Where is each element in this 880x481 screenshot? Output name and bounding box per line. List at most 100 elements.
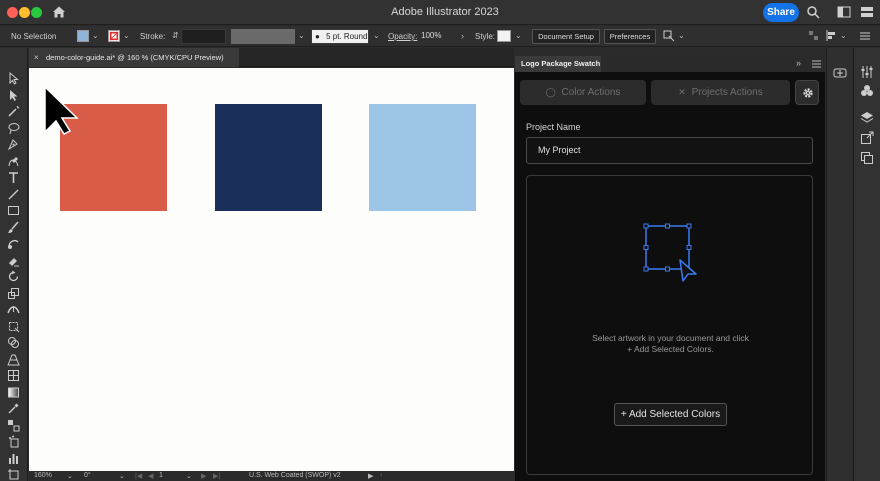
symbol-sprayer-tool-icon[interactable] xyxy=(7,435,20,448)
zoom-level[interactable]: 160% xyxy=(34,472,52,479)
status-bar: 160% ⌄ 0° ⌄ |◀ ◀ 1 ⌄ ▶ ▶| U.S. Web Coate… xyxy=(29,471,514,481)
transform-icon[interactable] xyxy=(808,30,819,41)
rectangle-tool-icon[interactable] xyxy=(7,204,20,217)
layers-icon[interactable] xyxy=(860,111,874,125)
properties-icon[interactable] xyxy=(860,65,874,79)
navy-square[interactable] xyxy=(215,104,322,211)
previous-artboard-icon[interactable]: ◀ xyxy=(148,472,153,480)
panel-tab[interactable]: Logo Package Swatch xyxy=(515,56,601,72)
chevron-down-icon[interactable]: ⌄ xyxy=(186,472,192,480)
chevron-down-icon[interactable]: ⌄ xyxy=(123,31,130,40)
variable-width-profile[interactable] xyxy=(231,29,295,44)
first-artboard-icon[interactable]: |◀ xyxy=(135,472,142,480)
opacity-label[interactable]: Opacity: xyxy=(388,32,417,41)
chevron-down-icon[interactable]: ⌄ xyxy=(67,472,73,480)
selection-tool-icon[interactable] xyxy=(7,72,20,85)
eraser-tool-icon[interactable] xyxy=(7,254,20,267)
scroll-left-icon[interactable]: ‹ xyxy=(380,472,382,479)
panel-header: Logo Package Swatch » xyxy=(515,56,825,72)
perspective-grid-tool-icon[interactable] xyxy=(7,353,20,366)
projects-actions-label: Projects Actions xyxy=(691,87,763,98)
brush-definition-field[interactable]: ● 5 pt. Round xyxy=(311,29,369,44)
gear-icon xyxy=(803,88,813,98)
brush-value: 5 pt. Round xyxy=(326,32,368,41)
fill-swatch[interactable] xyxy=(77,30,89,42)
status-menu-icon[interactable]: ▶ xyxy=(368,472,373,480)
project-name-input[interactable]: My Project xyxy=(526,137,813,164)
settings-button[interactable] xyxy=(795,80,819,105)
document-tab[interactable]: × demo-color-guide.ai* @ 160 % (CMYK/CPU… xyxy=(29,48,239,67)
chevron-down-icon[interactable]: ⌄ xyxy=(298,31,305,40)
lasso-icon[interactable] xyxy=(7,122,20,135)
color-actions-button[interactable]: ◯ Color Actions xyxy=(520,80,646,105)
artboard-tool-icon[interactable] xyxy=(7,468,20,481)
direct-selection-tool-icon[interactable] xyxy=(7,89,20,102)
chevron-down-icon[interactable]: ⌄ xyxy=(515,31,522,40)
stroke-label: Stroke: xyxy=(140,32,166,41)
gradient-tool-icon[interactable] xyxy=(7,386,20,399)
chevron-down-icon[interactable]: ⌄ xyxy=(840,31,847,40)
stroke-stepper[interactable]: ⇵ xyxy=(169,29,179,44)
projects-actions-button[interactable]: ✕ Projects Actions xyxy=(651,80,790,105)
collapse-panel-icon[interactable]: » xyxy=(796,58,801,68)
curvature-tool-icon[interactable] xyxy=(7,155,20,168)
selected-colors-area: Select artwork in your document and clic… xyxy=(526,175,813,475)
pen-tool-icon[interactable] xyxy=(7,138,20,151)
search-icon[interactable] xyxy=(806,5,820,19)
stroke-swatch[interactable] xyxy=(108,30,120,42)
free-transform-tool-icon[interactable] xyxy=(7,320,20,333)
blend-tool-icon[interactable] xyxy=(7,419,20,432)
line-segment-tool-icon[interactable] xyxy=(7,188,20,201)
export-icon[interactable] xyxy=(860,131,874,145)
document-setup-button[interactable]: Document Setup xyxy=(532,29,600,44)
last-artboard-icon[interactable]: ▶| xyxy=(213,472,220,480)
arrange-icon[interactable] xyxy=(663,30,675,42)
chevron-right-icon[interactable]: › xyxy=(461,31,464,41)
eyedropper-tool-icon[interactable] xyxy=(7,402,20,415)
shaper-tool-icon[interactable] xyxy=(7,237,20,250)
color-actions-label: Color Actions xyxy=(561,87,621,98)
chevron-down-icon[interactable]: ⌄ xyxy=(373,31,380,40)
mesh-tool-icon[interactable] xyxy=(7,369,20,382)
scale-tool-icon[interactable] xyxy=(7,287,20,300)
chevron-down-icon[interactable]: ⌄ xyxy=(678,31,685,40)
paintbrush-tool-icon[interactable] xyxy=(7,221,20,234)
light-blue-square[interactable] xyxy=(369,104,476,211)
shape-builder-tool-icon[interactable] xyxy=(7,336,20,349)
collapsed-panel-dock xyxy=(826,48,852,481)
type-tool-icon[interactable] xyxy=(7,171,20,184)
libraries-icon[interactable] xyxy=(860,84,874,98)
tools-panel xyxy=(0,48,28,481)
selection-status: No Selection xyxy=(11,32,57,41)
width-tool-icon[interactable] xyxy=(7,303,20,316)
artboard-number[interactable]: 1 xyxy=(159,472,163,479)
rotation-value[interactable]: 0° xyxy=(84,472,91,479)
preferences-button[interactable]: Preferences xyxy=(604,29,656,44)
next-artboard-icon[interactable]: ▶ xyxy=(201,472,206,480)
plugin-panel-icon[interactable] xyxy=(833,66,847,80)
select-artwork-icon xyxy=(643,223,697,282)
arrange-documents-icon[interactable] xyxy=(860,5,874,19)
artboard-canvas[interactable] xyxy=(29,68,514,471)
control-bar: No Selection ⌄ ⌄ Stroke: ⇵ ⌄ ● 5 pt. Rou… xyxy=(0,26,880,47)
chevron-down-icon[interactable]: ⌄ xyxy=(92,31,99,40)
mouse-cursor-icon xyxy=(44,85,79,135)
artboards-icon[interactable] xyxy=(860,151,874,165)
column-graph-tool-icon[interactable] xyxy=(7,452,20,465)
chevron-down-icon[interactable]: ⌄ xyxy=(119,472,125,480)
align-icon[interactable] xyxy=(826,30,837,41)
panel-menu-icon[interactable] xyxy=(812,60,821,68)
opacity-field[interactable]: 100% xyxy=(418,29,458,44)
title-bar: Adobe Illustrator 2023 Share xyxy=(0,0,880,25)
graphic-style-swatch[interactable] xyxy=(497,30,511,42)
help-text-line-1: Select artwork in your document and clic… xyxy=(592,333,749,343)
magic-wand-icon[interactable] xyxy=(7,105,20,118)
rotate-tool-icon[interactable] xyxy=(7,270,20,283)
stroke-weight-field[interactable] xyxy=(181,29,226,44)
menu-icon[interactable] xyxy=(860,31,870,41)
share-button[interactable]: Share xyxy=(763,3,799,22)
style-label: Style: xyxy=(475,32,496,41)
close-tab-icon[interactable]: × xyxy=(34,48,39,67)
add-selected-colors-button[interactable]: + Add Selected Colors xyxy=(614,403,727,426)
workspace-layout-icon[interactable] xyxy=(837,5,851,19)
